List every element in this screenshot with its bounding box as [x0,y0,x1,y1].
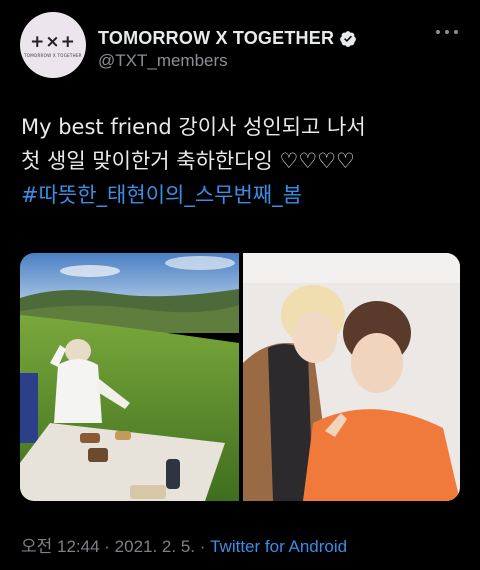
tweet-date: 2021. 2. 5. [114,537,195,556]
tweet-text: My best friend 강이사 성인되고 나서 첫 생일 맞이한거 축하한… [21,110,461,212]
photo-selfie[interactable] [243,253,460,501]
name-row: TOMORROW X TOGETHER [98,28,357,49]
verified-badge-icon [340,30,357,47]
tweet-header: +×+ TOMORROW X TOGETHER TOMORROW X TOGET… [20,12,460,82]
tweet-source-link[interactable]: Twitter for Android [210,537,347,556]
photo-icon [243,253,460,501]
media-grid [20,253,460,501]
photo-icon [20,253,239,501]
tweet-text-line-2: 첫 생일 맞이한거 축하한다잉 ♡♡♡♡ [21,149,355,173]
photo-outdoor-picnic[interactable] [20,253,239,501]
hashtag-link[interactable]: #따뜻한_태현이의_스무번째_봄 [21,178,461,212]
separator: · [195,537,211,556]
avatar[interactable]: +×+ TOMORROW X TOGETHER [20,12,86,78]
tweet-footer: 오전 12:44 · 2021. 2. 5. · Twitter for And… [21,532,347,557]
avatar-logo: +×+ [30,31,76,52]
display-name[interactable]: TOMORROW X TOGETHER [98,28,334,49]
tweet-text-line-1: My best friend 강이사 성인되고 나서 [21,115,366,139]
avatar-subtitle: TOMORROW X TOGETHER [24,52,82,58]
user-handle[interactable]: @TXT_members [98,51,228,71]
tweet-time: 오전 12:44 [21,537,100,556]
more-options-icon[interactable] [436,30,458,38]
separator: · [99,537,115,556]
